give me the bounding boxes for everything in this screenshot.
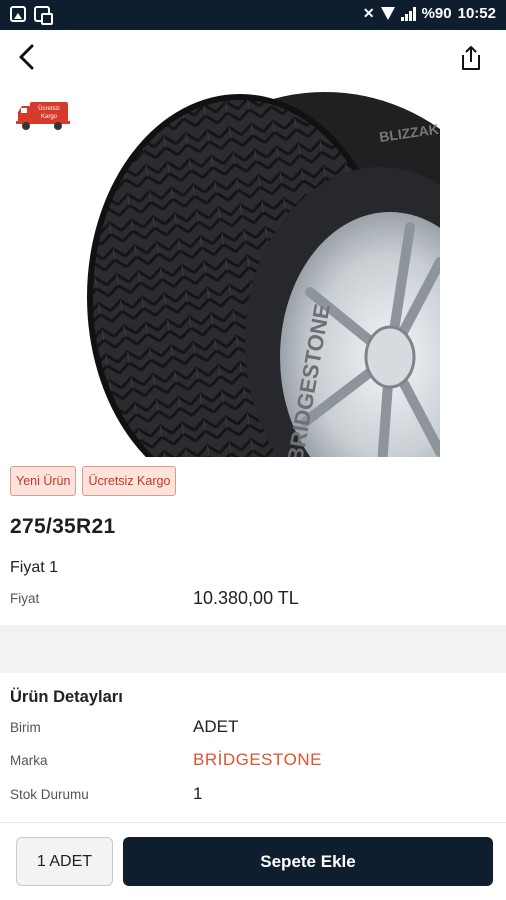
detail-row-stock: Stok Durumu 1 [10, 784, 496, 811]
detail-label: Marka [10, 753, 48, 768]
bottom-action-bar: 1 ADET Sepete Ekle [0, 822, 506, 900]
free-shipping-badge: Ücretsiz Kargo [16, 100, 70, 132]
back-button[interactable] [12, 42, 42, 72]
section-divider [0, 625, 506, 673]
cargo-badge-line1: Ücretsiz [38, 105, 60, 112]
detail-value: 1 [193, 784, 203, 803]
signal-icon [400, 6, 416, 21]
product-title: 275/35R21 [10, 515, 116, 538]
price-label: Fiyat [10, 591, 40, 606]
product-image[interactable]: BLIZZAK BRIDGESTONE [80, 92, 440, 457]
price-row: Fiyat 10.380,00 TL [10, 588, 496, 615]
cargo-badge-line2: Kargo [41, 114, 58, 120]
brand-link[interactable]: BRİDGESTONE [193, 750, 322, 770]
detail-value: ADET [193, 717, 239, 736]
clock: 10:52 [457, 5, 496, 22]
details-title: Ürün Detayları [10, 688, 123, 706]
back-arrow-icon [19, 44, 34, 70]
share-icon [462, 46, 480, 70]
price-value: 10.380,00 TL [193, 588, 299, 608]
detail-label: Stok Durumu [10, 787, 89, 802]
tag-new-product: Yeni Ürün [10, 466, 77, 496]
top-bar [0, 30, 506, 88]
image-notification-icon [10, 6, 26, 22]
status-bar: ✕ %90 10:52 [0, 0, 506, 30]
free-shipping-truck-icon: Ücretsiz Kargo [16, 102, 70, 130]
quantity-button[interactable]: 1 ADET [16, 837, 113, 886]
share-button[interactable] [458, 44, 486, 74]
detail-label: Birim [10, 720, 41, 735]
price-section-title: Fiyat 1 [10, 559, 59, 576]
product-tags: Yeni Ürün Ücretsiz Kargo [10, 466, 177, 496]
battery-level: %90 [421, 5, 452, 22]
mute-icon: ✕ [362, 5, 375, 21]
wifi-icon [380, 6, 395, 21]
gallery-notification-icon [34, 6, 53, 25]
tag-free-shipping: Ücretsiz Kargo [82, 466, 177, 496]
detail-row-unit: Birim ADET [10, 717, 496, 744]
tire-image: BLIZZAK BRIDGESTONE [87, 92, 440, 457]
detail-row-brand: Marka BRİDGESTONE [10, 750, 496, 777]
add-to-cart-button[interactable]: Sepete Ekle [123, 837, 493, 886]
